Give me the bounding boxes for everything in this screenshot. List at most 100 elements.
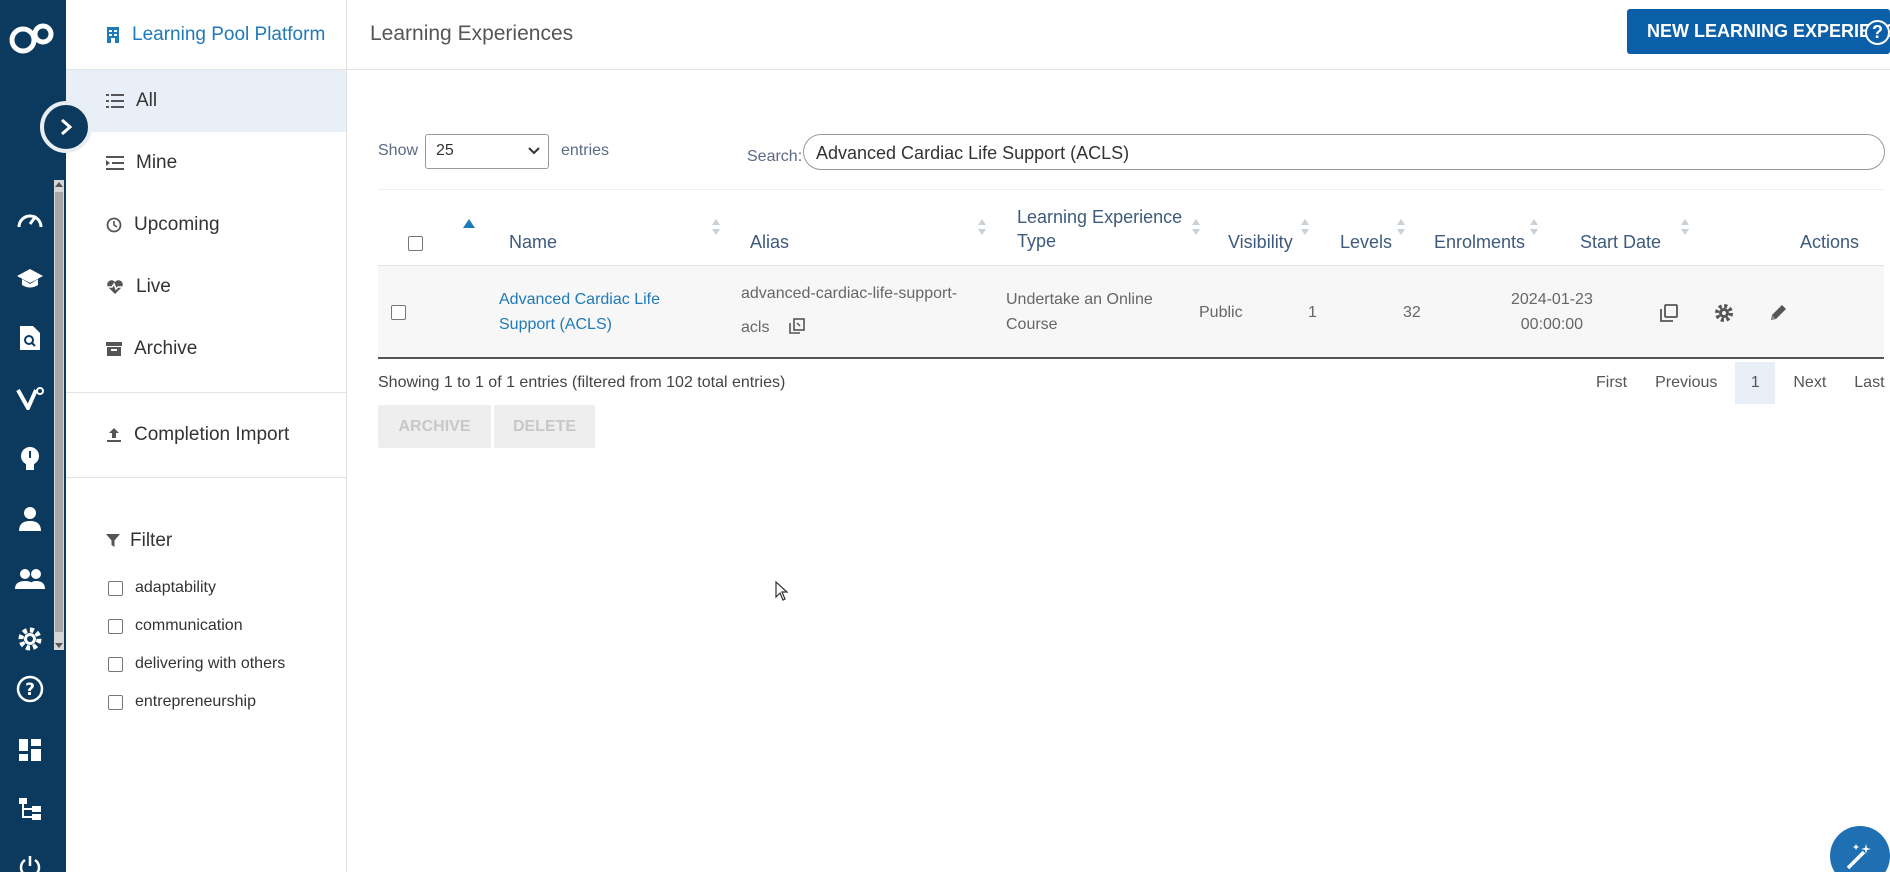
sidebar-item-label: Live — [136, 276, 171, 297]
copy-alias-icon[interactable] — [788, 317, 806, 335]
filter-title: Filter — [66, 530, 346, 552]
clock-icon — [106, 217, 122, 233]
list-icon — [106, 94, 124, 108]
grid-icon[interactable] — [14, 734, 46, 766]
power-icon[interactable] — [14, 850, 46, 872]
help-circle-icon[interactable]: ? — [14, 673, 46, 705]
filter-option-label: adaptability — [135, 579, 216, 596]
main-content: Learning Experiences NEW LEARNING EXPERI… — [347, 0, 1890, 872]
people-icon[interactable] — [14, 563, 46, 595]
sidebar-item-upcoming[interactable]: Upcoming — [66, 194, 346, 256]
pager-current[interactable]: 1 — [1735, 362, 1776, 404]
graduation-cap-icon[interactable] — [14, 262, 46, 294]
row-visibility: Public — [1199, 304, 1243, 321]
sort-icon[interactable] — [977, 219, 987, 239]
show-label: Show — [378, 142, 419, 159]
row-alias-line: advanced-cardiac-life-support- — [741, 285, 958, 302]
sort-icon[interactable] — [711, 219, 721, 239]
column-header-type-line: Learning Experience — [1017, 207, 1183, 227]
pager-previous[interactable]: Previous — [1641, 374, 1731, 392]
help-button[interactable]: ? — [1865, 20, 1890, 45]
row-type-line: Course — [1006, 316, 1058, 333]
filter-checkbox[interactable] — [108, 656, 123, 672]
left-rail: ? — [0, 0, 92, 872]
top-bar: Learning Experiences NEW LEARNING EXPERI… — [347, 0, 1890, 70]
select-all-checkbox[interactable] — [408, 236, 423, 251]
filter-option[interactable]: delivering with others — [66, 645, 346, 683]
sort-icon[interactable] — [1529, 219, 1539, 239]
sidebar-divider — [66, 392, 346, 393]
list-indent-icon — [106, 156, 124, 170]
logo-icon[interactable] — [8, 20, 58, 66]
new-learning-experience-button[interactable]: NEW LEARNING EXPERIENCE — [1627, 9, 1890, 54]
sidebar-item-label: All — [136, 90, 158, 111]
search-input[interactable]: Advanced Cardiac Life Support (ACLS) — [803, 134, 1885, 170]
row-start-date: 2024-01-23 00:00:00 — [1511, 287, 1593, 337]
archive-button[interactable]: ARCHIVE — [378, 405, 491, 448]
dashboard-icon[interactable] — [14, 203, 46, 235]
expand-sidebar-button[interactable] — [40, 101, 92, 153]
filter-options: adaptability communication delivering wi… — [66, 569, 346, 721]
sidebar-item-all[interactable]: All — [66, 70, 346, 132]
column-header-levels[interactable]: Levels — [1340, 230, 1392, 254]
entries-label: entries — [561, 142, 610, 159]
gear-icon[interactable] — [1714, 303, 1734, 323]
page-size-select[interactable]: 25 — [425, 134, 549, 169]
delete-button[interactable]: DELETE — [494, 405, 595, 448]
duplicate-icon[interactable] — [1659, 303, 1679, 323]
sidebar-item-mine[interactable]: Mine — [66, 132, 346, 194]
sidebar-header-label: Learning Pool Platform — [132, 23, 326, 45]
filter-option[interactable]: communication — [66, 607, 346, 645]
magic-wand-icon — [1846, 844, 1871, 870]
filter-checkbox[interactable] — [108, 580, 123, 596]
column-header-type[interactable]: Learning Experience Type — [1017, 205, 1182, 253]
v-brand-icon[interactable] — [14, 382, 46, 414]
rail-scrollbar[interactable] — [54, 180, 64, 650]
gear-icon[interactable] — [14, 623, 46, 655]
sidebar-divider — [66, 477, 346, 478]
pencil-icon[interactable] — [1768, 303, 1788, 323]
column-header-visibility[interactable]: Visibility — [1228, 230, 1293, 254]
person-icon[interactable] — [14, 503, 46, 535]
sort-icon[interactable] — [1680, 219, 1690, 239]
filter-checkbox[interactable] — [108, 618, 123, 634]
row-checkbox[interactable] — [391, 305, 406, 320]
filter-option-label: entrepreneurship — [135, 693, 256, 710]
sort-icon[interactable] — [1396, 219, 1406, 239]
pager-first[interactable]: First — [1582, 374, 1641, 392]
sort-icon[interactable] — [1191, 219, 1201, 239]
row-name-line: Advanced Cardiac Life — [499, 291, 660, 308]
sidebar-item-archive[interactable]: Archive — [66, 318, 346, 380]
column-header-enrolments[interactable]: Enrolments — [1434, 230, 1525, 254]
chevron-right-icon — [61, 118, 73, 136]
row-start-line: 2024-01-23 — [1511, 291, 1593, 308]
svg-text:?: ? — [25, 680, 35, 700]
search-label: Search: — [747, 148, 803, 165]
upload-icon — [107, 428, 121, 442]
column-header-actions: Actions — [1800, 232, 1860, 252]
column-header-alias[interactable]: Alias — [750, 230, 789, 254]
row-name-link[interactable]: Advanced Cardiac Life Support (ACLS) — [499, 287, 660, 337]
filter-option[interactable]: adaptability — [66, 569, 346, 607]
column-header-start-date[interactable]: Start Date — [1580, 230, 1661, 254]
row-enrolments: 32 — [1403, 304, 1421, 321]
filter-option[interactable]: entrepreneurship — [66, 683, 346, 721]
sort-icon[interactable] — [1300, 219, 1310, 239]
row-alias-line: acls — [741, 311, 957, 345]
filter-option-label: delivering with others — [135, 655, 286, 672]
pager-last[interactable]: Last — [1840, 374, 1890, 392]
lightbulb-icon[interactable] — [14, 443, 46, 475]
sidebar-item-live[interactable]: Live — [66, 256, 346, 318]
sidebar-item-completion-import[interactable]: Completion Import — [66, 404, 346, 466]
hierarchy-icon[interactable] — [14, 793, 46, 825]
sort-asc-icon[interactable] — [463, 219, 475, 228]
pager-next[interactable]: Next — [1779, 374, 1840, 392]
column-header-name[interactable]: Name — [509, 230, 557, 254]
page-title: Learning Experiences — [370, 22, 574, 45]
table-header: Name Alias Learning Experience Type Visi… — [378, 189, 1884, 266]
filter-checkbox[interactable] — [108, 694, 123, 710]
mouse-cursor-icon — [775, 581, 789, 601]
sidebar-header[interactable]: Learning Pool Platform — [66, 0, 346, 70]
row-levels: 1 — [1308, 304, 1317, 321]
document-search-icon[interactable] — [14, 322, 46, 354]
